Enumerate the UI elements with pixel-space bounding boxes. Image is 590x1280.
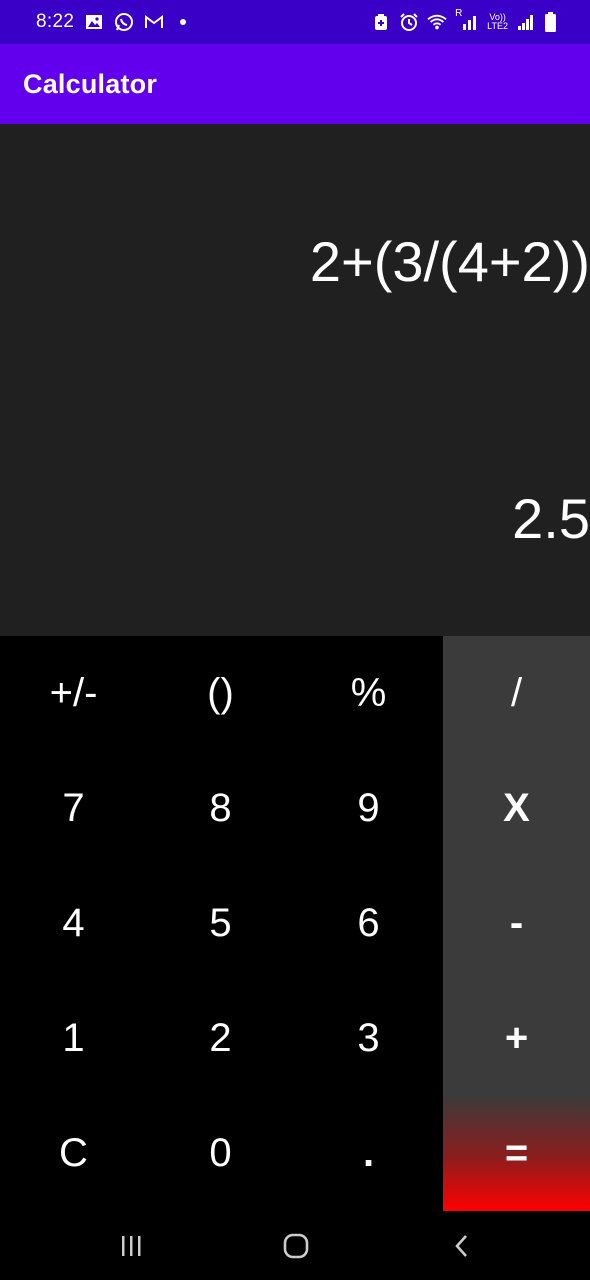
notification-dot <box>180 19 187 25</box>
home-icon[interactable] <box>276 1229 316 1263</box>
lte-label: LTE2 <box>487 21 508 31</box>
whatsapp-icon <box>114 12 134 32</box>
digit-5-button[interactable]: 5 <box>147 866 294 981</box>
gallery-icon <box>84 12 104 32</box>
signal-2-icon <box>516 12 536 32</box>
keypad: +/- () % / 7 8 9 X 4 5 6 - 1 2 3 + C 0 .… <box>0 636 590 1211</box>
toggle-sign-button[interactable]: +/- <box>0 636 147 751</box>
battery-icon <box>544 12 556 32</box>
equals-button[interactable]: = <box>443 1096 590 1211</box>
multiply-button[interactable]: X <box>443 751 590 866</box>
wifi-icon <box>427 12 447 32</box>
digit-0-button[interactable]: 0 <box>147 1096 294 1211</box>
app-title: Calculator <box>23 68 158 99</box>
back-icon[interactable] <box>442 1229 482 1263</box>
calculator-display: 2+(3/(4+2)) 2.5 <box>0 124 590 636</box>
volte-icon: Vo)) LTE2 <box>487 13 508 31</box>
app-bar: Calculator <box>0 44 590 124</box>
clear-button[interactable]: C <box>0 1096 147 1211</box>
status-bar: 8:22 R Vo)) LTE2 <box>0 0 590 44</box>
battery-saver-icon <box>371 12 391 32</box>
subtract-button[interactable]: - <box>443 866 590 981</box>
alarm-icon <box>399 12 419 32</box>
signal-icon: R <box>455 8 479 32</box>
status-right: R Vo)) LTE2 <box>371 8 556 32</box>
expression-text[interactable]: 2+(3/(4+2)) <box>310 229 590 294</box>
digit-1-button[interactable]: 1 <box>0 981 147 1096</box>
gmail-icon <box>144 12 164 32</box>
digit-2-button[interactable]: 2 <box>147 981 294 1096</box>
percent-button[interactable]: % <box>295 636 442 751</box>
digit-9-button[interactable]: 9 <box>295 751 442 866</box>
decimal-button[interactable]: . <box>295 1096 442 1211</box>
digit-8-button[interactable]: 8 <box>147 751 294 866</box>
digit-7-button[interactable]: 7 <box>0 751 147 866</box>
add-button[interactable]: + <box>443 981 590 1096</box>
status-left: 8:22 <box>36 11 187 33</box>
status-time: 8:22 <box>36 11 75 32</box>
digit-4-button[interactable]: 4 <box>0 866 147 981</box>
navigation-bar <box>0 1211 590 1280</box>
divide-button[interactable]: / <box>443 636 590 751</box>
parentheses-button[interactable]: () <box>147 636 294 751</box>
digit-3-button[interactable]: 3 <box>295 981 442 1096</box>
digit-6-button[interactable]: 6 <box>295 866 442 981</box>
result-text: 2.5 <box>512 487 590 550</box>
recent-apps-icon[interactable] <box>112 1229 152 1263</box>
roaming-label: R <box>455 8 463 19</box>
